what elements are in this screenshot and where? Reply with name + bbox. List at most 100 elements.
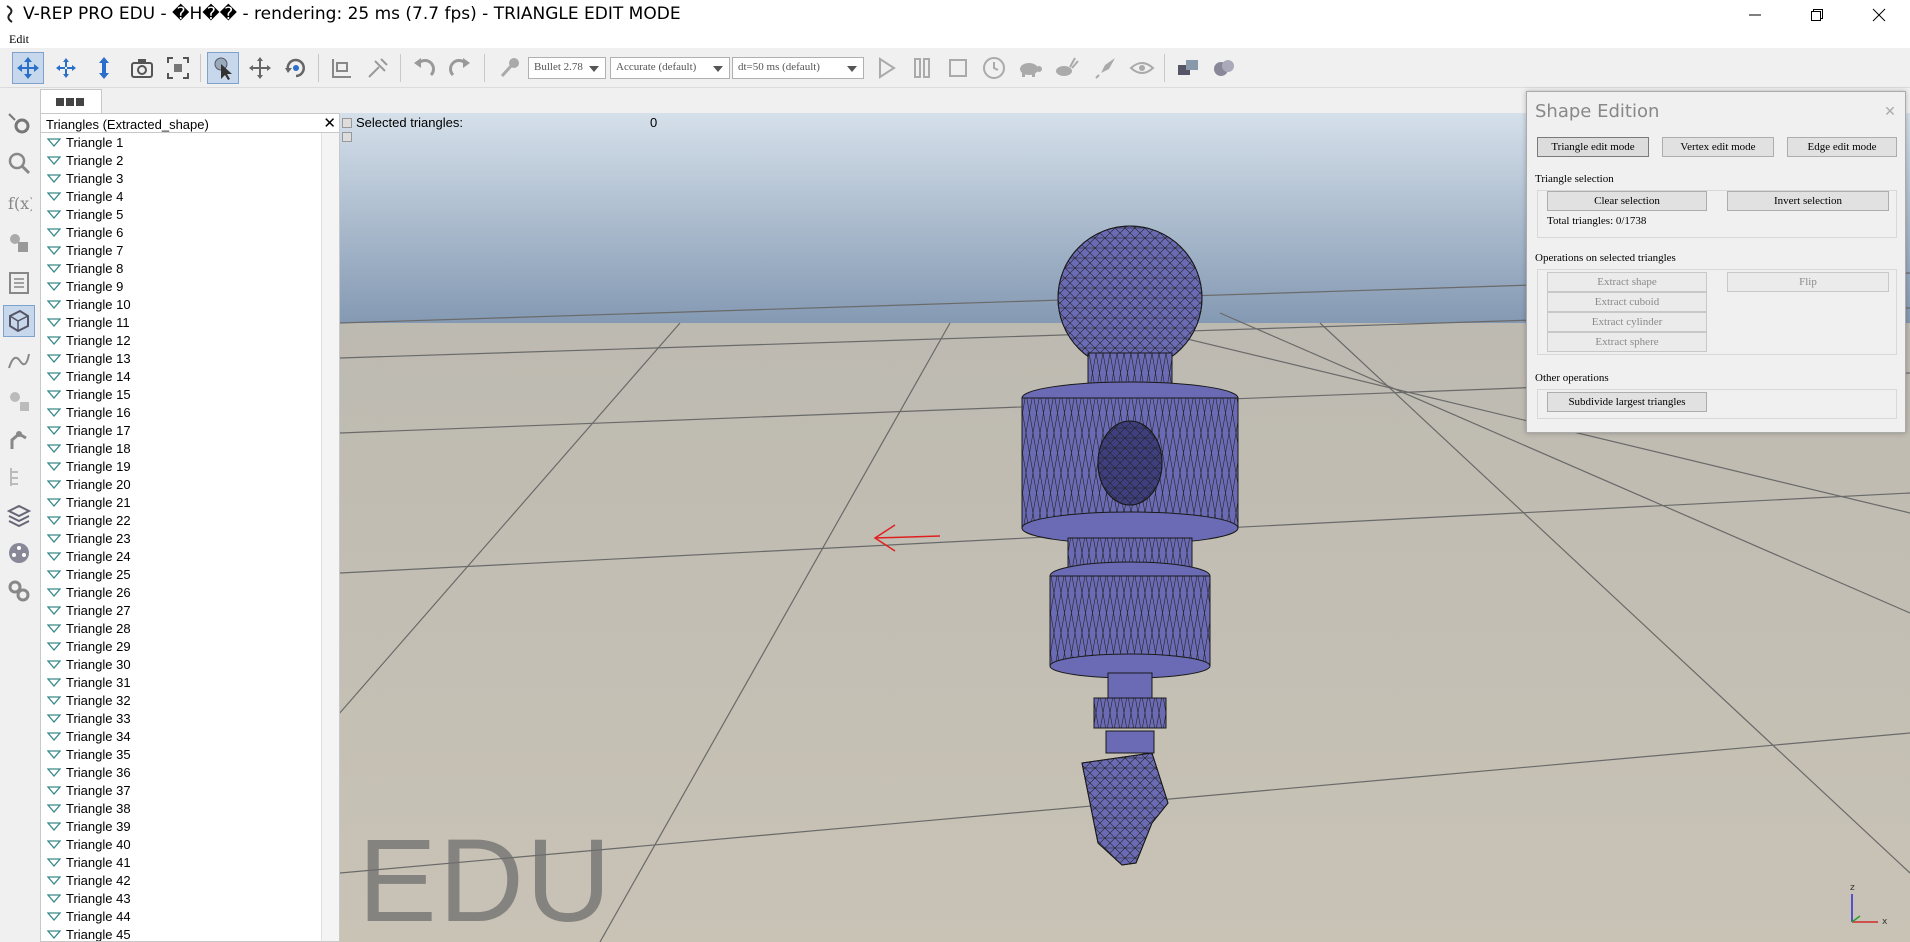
triangle-list-item[interactable]: Triangle 21: [41, 493, 321, 511]
realtime-mode-button[interactable]: [978, 52, 1010, 84]
triangle-list-item[interactable]: Triangle 45: [41, 925, 321, 941]
close-hierarchy-icon[interactable]: ✕: [323, 114, 336, 132]
triangle-list-item[interactable]: Triangle 19: [41, 457, 321, 475]
triangle-list-item[interactable]: Triangle 35: [41, 745, 321, 763]
calculation-modules-button[interactable]: [3, 147, 35, 179]
triangle-list-item[interactable]: Triangle 10: [41, 295, 321, 313]
triangle-list-item[interactable]: Triangle 27: [41, 601, 321, 619]
extract-cuboid-button[interactable]: Extract cuboid: [1547, 292, 1707, 312]
triangle-list-item[interactable]: Triangle 38: [41, 799, 321, 817]
triangle-list-item[interactable]: Triangle 11: [41, 313, 321, 331]
triangle-list-item[interactable]: Triangle 36: [41, 763, 321, 781]
thread-rendering-button[interactable]: [1090, 52, 1122, 84]
timestep-select[interactable]: dt=50 ms (default): [732, 57, 864, 79]
triangle-list-item[interactable]: Triangle 43: [41, 889, 321, 907]
click-select-button[interactable]: [207, 52, 239, 84]
user-settings-button[interactable]: [3, 575, 35, 607]
triangle-list-item[interactable]: Triangle 9: [41, 277, 321, 295]
dialog-close-icon[interactable]: ✕: [1879, 100, 1901, 122]
triangle-list-item[interactable]: Triangle 29: [41, 637, 321, 655]
minimize-button[interactable]: [1724, 0, 1786, 30]
pause-simulation-button[interactable]: [906, 52, 938, 84]
object-shift-button[interactable]: [244, 52, 276, 84]
edge-edit-mode-button[interactable]: Edge edit mode: [1787, 137, 1897, 157]
flip-button[interactable]: Flip: [1727, 272, 1889, 292]
fit-to-view-button[interactable]: [162, 52, 194, 84]
slow-down-button[interactable]: [1014, 52, 1046, 84]
model-browser-button[interactable]: [3, 537, 35, 569]
triangle-list-item[interactable]: Triangle 24: [41, 547, 321, 565]
scripts-button[interactable]: f(x): [3, 187, 35, 219]
triangle-list-item[interactable]: Triangle 6: [41, 223, 321, 241]
scene-info-expand-icon[interactable]: [342, 132, 352, 142]
redo-button[interactable]: [444, 52, 476, 84]
subdivide-triangles-button[interactable]: Subdivide largest triangles: [1547, 392, 1707, 412]
visualization-toggle-button[interactable]: [1126, 52, 1158, 84]
triangle-list-item[interactable]: Triangle 28: [41, 619, 321, 637]
start-simulation-button[interactable]: [870, 52, 902, 84]
triangle-list-item[interactable]: Triangle 20: [41, 475, 321, 493]
undo-button[interactable]: [408, 52, 440, 84]
triangle-edit-mode-button[interactable]: Triangle edit mode: [1537, 137, 1649, 157]
triangle-list-item[interactable]: Triangle 34: [41, 727, 321, 745]
camera-pan-button[interactable]: [12, 52, 44, 84]
triangle-list-item[interactable]: Triangle 5: [41, 205, 321, 223]
triangle-list-item[interactable]: Triangle 14: [41, 367, 321, 385]
triangle-list-item[interactable]: Triangle 17: [41, 421, 321, 439]
stop-simulation-button[interactable]: [942, 52, 974, 84]
layers-button[interactable]: [3, 499, 35, 531]
triangle-list-item[interactable]: Triangle 8: [41, 259, 321, 277]
clear-selection-button[interactable]: Clear selection: [1547, 191, 1707, 211]
dynamics-settings-button[interactable]: [494, 52, 526, 84]
assemble-button[interactable]: [326, 52, 358, 84]
hierarchy-scrollbar[interactable]: [321, 133, 339, 941]
collections-button[interactable]: [3, 461, 35, 493]
shape-edit-mode-button[interactable]: [3, 305, 35, 337]
triangle-list-item[interactable]: Triangle 23: [41, 529, 321, 547]
triangle-list-item[interactable]: Triangle 22: [41, 511, 321, 529]
triangle-list-item[interactable]: Triangle 40: [41, 835, 321, 853]
extract-shape-button[interactable]: Extract shape: [1547, 272, 1707, 292]
page-selector-button[interactable]: [1172, 52, 1204, 84]
object-properties-button[interactable]: [3, 267, 35, 299]
physics-engine-select[interactable]: Bullet 2.78: [528, 57, 606, 79]
scene-selector-button[interactable]: [1208, 52, 1240, 84]
triangle-list-item[interactable]: Triangle 37: [41, 781, 321, 799]
invert-selection-button[interactable]: Invert selection: [1727, 191, 1889, 211]
transfer-dna-button[interactable]: [362, 52, 394, 84]
simulation-settings-button[interactable]: [3, 107, 35, 139]
triangle-list-item[interactable]: Triangle 3: [41, 169, 321, 187]
accuracy-select[interactable]: Accurate (default): [610, 57, 730, 79]
shape-properties-button[interactable]: [3, 227, 35, 259]
triangle-list-item[interactable]: Triangle 30: [41, 655, 321, 673]
triangle-list-item[interactable]: Triangle 33: [41, 709, 321, 727]
triangle-list-item[interactable]: Triangle 16: [41, 403, 321, 421]
hierarchy-tab[interactable]: [40, 89, 102, 114]
triangle-list-item[interactable]: Triangle 44: [41, 907, 321, 925]
extract-sphere-button[interactable]: Extract sphere: [1547, 332, 1707, 352]
triangle-list-item[interactable]: Triangle 41: [41, 853, 321, 871]
ui-edit-button[interactable]: [3, 385, 35, 417]
scene-info-toggle-icon[interactable]: [342, 118, 352, 128]
restore-button[interactable]: [1786, 0, 1848, 30]
triangle-list-item[interactable]: Triangle 12: [41, 331, 321, 349]
triangle-list-item[interactable]: Triangle 2: [41, 151, 321, 169]
triangle-list-item[interactable]: Triangle 39: [41, 817, 321, 835]
triangle-list-item[interactable]: Triangle 42: [41, 871, 321, 889]
triangle-list-item[interactable]: Triangle 26: [41, 583, 321, 601]
triangle-list-item[interactable]: Triangle 4: [41, 187, 321, 205]
triangle-list-item[interactable]: Triangle 18: [41, 439, 321, 457]
ik-button[interactable]: [3, 423, 35, 455]
path-edit-mode-button[interactable]: [3, 345, 35, 377]
camera-angle-button[interactable]: [126, 52, 158, 84]
extract-cylinder-button[interactable]: Extract cylinder: [1547, 312, 1707, 332]
triangle-list-item[interactable]: Triangle 15: [41, 385, 321, 403]
camera-rotate-button[interactable]: [50, 52, 82, 84]
vertex-edit-mode-button[interactable]: Vertex edit mode: [1662, 137, 1774, 157]
triangle-list-item[interactable]: Triangle 13: [41, 349, 321, 367]
triangle-list-item[interactable]: Triangle 32: [41, 691, 321, 709]
triangle-list-item[interactable]: Triangle 1: [41, 133, 321, 151]
triangle-list-item[interactable]: Triangle 7: [41, 241, 321, 259]
menu-edit[interactable]: Edit: [9, 32, 29, 47]
camera-shift-button[interactable]: [88, 52, 120, 84]
